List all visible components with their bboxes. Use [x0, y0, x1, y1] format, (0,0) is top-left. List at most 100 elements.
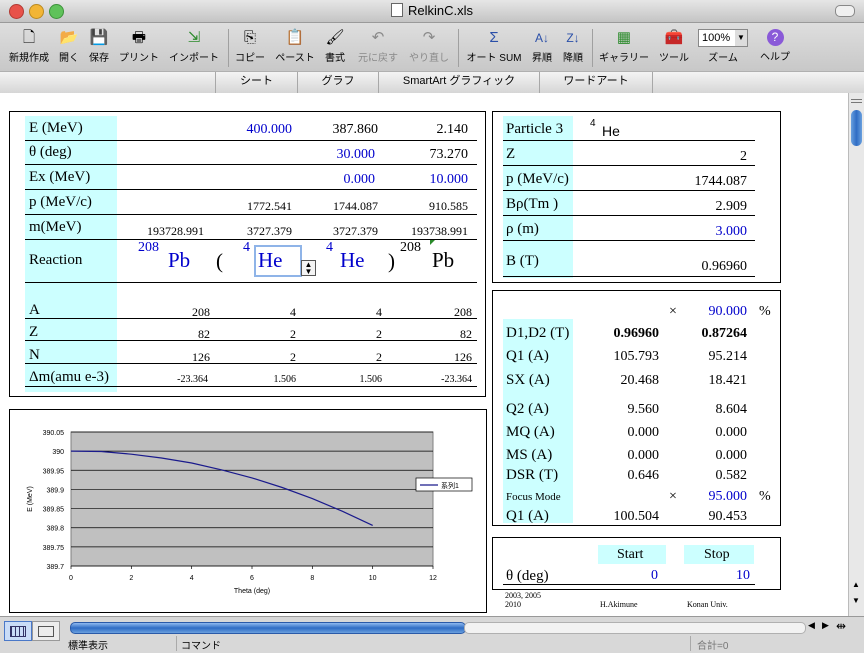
scroll-right-icon[interactable]: ▶ — [822, 620, 829, 631]
autosum-button[interactable]: Σ オート SUM — [462, 25, 526, 69]
footer-university: Konan Univ. — [687, 600, 728, 609]
plot-area — [70, 431, 434, 567]
sort-ascending-button[interactable]: A↓ 昇順 — [528, 25, 556, 69]
percent-symbol-2: % — [759, 489, 771, 504]
y-tick-label: 390 — [52, 449, 64, 456]
help-button[interactable]: ? ヘルプ — [756, 25, 794, 69]
import-label: インポート — [169, 53, 219, 64]
rho-input[interactable]: 3.000 — [663, 224, 748, 240]
tab-chart[interactable]: グラフ — [297, 72, 378, 93]
format-button[interactable]: 🖌 書式 — [320, 25, 350, 69]
vertical-scrollbar[interactable]: ▲ ▼ — [848, 93, 864, 616]
stop-header: Stop — [704, 547, 730, 562]
toolbar-divider — [458, 29, 459, 67]
energy-beam-input[interactable]: 400.000 — [206, 122, 293, 138]
sort-descending-icon: Z↓ — [566, 31, 580, 45]
n-beam: 2 — [290, 350, 296, 364]
beam-mass-number: 4 — [243, 240, 250, 255]
tools-button[interactable]: 🧰 ツール — [656, 25, 692, 69]
a-residual: 208 — [454, 305, 472, 319]
title-bar: RelkinC.xls — [0, 0, 864, 23]
print-button[interactable]: 🖶 プリント — [114, 25, 164, 69]
vertical-scroll-thumb[interactable] — [851, 110, 862, 146]
selected-cell[interactable]: He — [254, 245, 302, 277]
import-button[interactable]: ⇲ インポート — [164, 25, 224, 69]
save-button[interactable]: 💾 保存 — [84, 25, 114, 69]
zoom-control[interactable]: 100% ▼ ズーム — [696, 25, 750, 69]
dsr-label: DSR (T) — [506, 467, 559, 483]
worksheet[interactable]: E (MeV) 400.000 387.860 2.140 θ (deg) 30… — [0, 93, 848, 616]
percent-symbol-1: % — [759, 304, 771, 319]
normal-view-button[interactable] — [4, 621, 32, 641]
spinner-control[interactable]: ▲ ▼ — [301, 260, 316, 276]
q1-value: 105.793 — [613, 349, 660, 364]
n-ejectile: 2 — [376, 350, 382, 364]
ms-label: MS (A) — [506, 447, 553, 463]
theta-range-panel: Start Stop θ (deg) 0 10 — [492, 537, 781, 590]
particle-symbol: He — [602, 123, 620, 139]
excitation-ejectile-input[interactable]: 0.000 — [289, 172, 376, 188]
redo-button[interactable]: ↷ やり直し — [404, 25, 454, 69]
format-label: 書式 — [325, 53, 345, 64]
z-label: Z — [29, 324, 39, 340]
page-layout-view-button[interactable] — [32, 621, 60, 641]
start-input[interactable]: 0 — [598, 568, 658, 584]
chart-panel[interactable]: 389.7 389.75 389.8 389.85 389.9 389.95 390 390.… — [9, 409, 487, 613]
gallery-button[interactable]: ▦ ギャラリー — [596, 25, 652, 69]
paste-button[interactable]: 📋 ペースト — [270, 25, 320, 69]
y-axis-title: E (MeV) — [27, 486, 34, 512]
status-area: ◀ ▶ ⇹ 標準表示 コマンド 合計=0 — [0, 616, 864, 653]
theta-input[interactable]: 30.000 — [289, 147, 376, 163]
toolbar-toggle-button[interactable] — [835, 5, 855, 17]
excitation-label: Ex (MeV) — [29, 169, 91, 185]
sort-descending-button[interactable]: Z↓ 降順 — [558, 25, 588, 69]
reaction-paren-close: ) — [388, 249, 395, 273]
open-label: 開く — [59, 53, 79, 64]
ejectile-symbol[interactable]: He — [340, 248, 365, 273]
undo-button[interactable]: ↶ 元に戻す — [354, 25, 402, 69]
magnet-panel: × 90.000 % D1,D2 (T) 0.96960 0.87264 Q1 … — [492, 290, 781, 526]
target-symbol[interactable]: Pb — [168, 248, 190, 273]
zoom-label: ズーム — [708, 53, 738, 64]
zoom-select[interactable]: 100% ▼ — [698, 29, 748, 47]
stop-input[interactable]: 10 — [684, 568, 750, 584]
sigma-icon: Σ — [489, 29, 499, 46]
split-horizontal-icon[interactable]: ⇹ — [836, 619, 846, 634]
ejectile-mass-number: 4 — [326, 240, 333, 255]
spinner-down-icon[interactable]: ▼ — [302, 268, 315, 276]
tab-wordart[interactable]: ワードアート — [539, 72, 653, 93]
tab-sheet[interactable]: シート — [215, 72, 297, 93]
horizontal-scroll-thumb[interactable] — [70, 622, 466, 634]
beam-symbol[interactable]: He — [258, 248, 283, 273]
window-title-text: RelkinC.xls — [407, 3, 473, 18]
tab-smartart[interactable]: SmartArt グラフィック — [378, 72, 539, 93]
q1-label: Q1 (A) — [506, 348, 549, 364]
reaction-paren-open: ( — [216, 249, 223, 273]
sx-scaled: 18.421 — [708, 373, 748, 388]
toolbar-divider — [592, 29, 593, 67]
window-title: RelkinC.xls — [0, 3, 864, 18]
focus-factor-input[interactable]: 95.000 — [689, 489, 748, 505]
z-target: 82 — [198, 327, 210, 341]
horizontal-scroll-track[interactable] — [464, 622, 806, 634]
scroll-up-icon[interactable]: ▲ — [852, 580, 860, 589]
footer-author: H.Akimune — [600, 600, 638, 609]
particle-label: Particle 3 — [506, 121, 564, 137]
zoom-value: 100% — [702, 32, 731, 44]
theta-label: θ (deg) — [29, 144, 72, 160]
excitation-residual-input[interactable]: 10.000 — [382, 172, 469, 188]
q2-value: 9.560 — [627, 402, 660, 417]
ms-value: 0.000 — [627, 448, 660, 463]
q1-focus-scaled: 90.453 — [708, 509, 748, 524]
a-label: A — [29, 302, 40, 318]
scroll-down-icon[interactable]: ▼ — [852, 596, 860, 605]
scale-factor-input[interactable]: 90.000 — [689, 304, 748, 320]
split-handle-icon[interactable] — [851, 99, 862, 106]
page-layout-icon — [38, 626, 54, 637]
scroll-left-icon[interactable]: ◀ — [808, 620, 815, 631]
new-button[interactable]: 🗋 新規作成 — [4, 25, 54, 69]
y-tick-label: 389.7 — [46, 564, 64, 571]
copy-button[interactable]: ⎘ コピー — [232, 25, 268, 69]
mass-target: 193728.991 — [147, 224, 204, 238]
open-button[interactable]: 📂 開く — [54, 25, 84, 69]
